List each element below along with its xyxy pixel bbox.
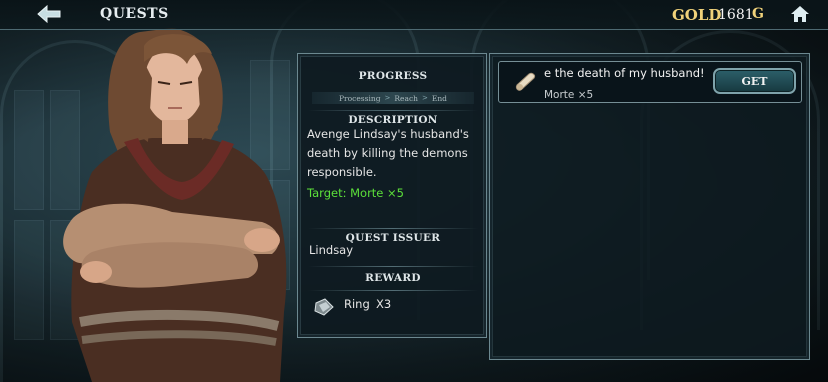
chevron-right-icon: > [422,94,428,102]
quest-target-count: Morte ×5 [544,89,594,101]
page-title: QUESTS [100,6,169,22]
quest-list-panel: e the death of my husband! Morte ×5 GET [489,53,810,360]
progress-step-end: End [431,93,447,103]
back-button[interactable] [36,4,62,24]
gold-label: GOLD [672,6,722,24]
progress-step-reach: Reach [394,93,418,103]
home-button[interactable] [790,5,810,23]
back-arrow-icon [37,4,61,24]
quest-issuer-portrait [63,28,287,382]
progress-title: PROGRESS [358,70,428,82]
divider [308,110,478,111]
quest-list-item[interactable]: e the death of my husband! Morte ×5 GET [498,61,802,103]
ring-icon [314,298,334,316]
reward-quantity: X3 [376,297,392,311]
home-icon [791,6,809,22]
quest-description: Avenge Lindsay's husband's death by kill… [307,127,469,179]
top-bar: QUESTS GOLD 1681 G [0,0,828,30]
chevron-right-icon: > [384,94,391,102]
quest-target: Target: Morte ×5 [307,186,404,200]
gold-amount: 1681 [718,7,754,23]
scroll-icon [516,72,535,91]
progress-step-processing: Processing [339,93,381,103]
divider [308,266,478,267]
divider [308,228,478,229]
progress-steps: Processing > Reach > End [312,92,474,104]
reward-item-name: Ring [344,297,370,311]
quest-name: e the death of my husband! [544,66,705,80]
quest-detail-panel: PROGRESS Processing > Reach > End DESCRI… [297,53,487,338]
get-reward-button[interactable]: GET [713,68,796,94]
gold-unit: G [752,6,764,22]
issuer-name: Lindsay [309,243,354,257]
divider [308,290,478,291]
reward-title: REWARD [365,272,421,284]
